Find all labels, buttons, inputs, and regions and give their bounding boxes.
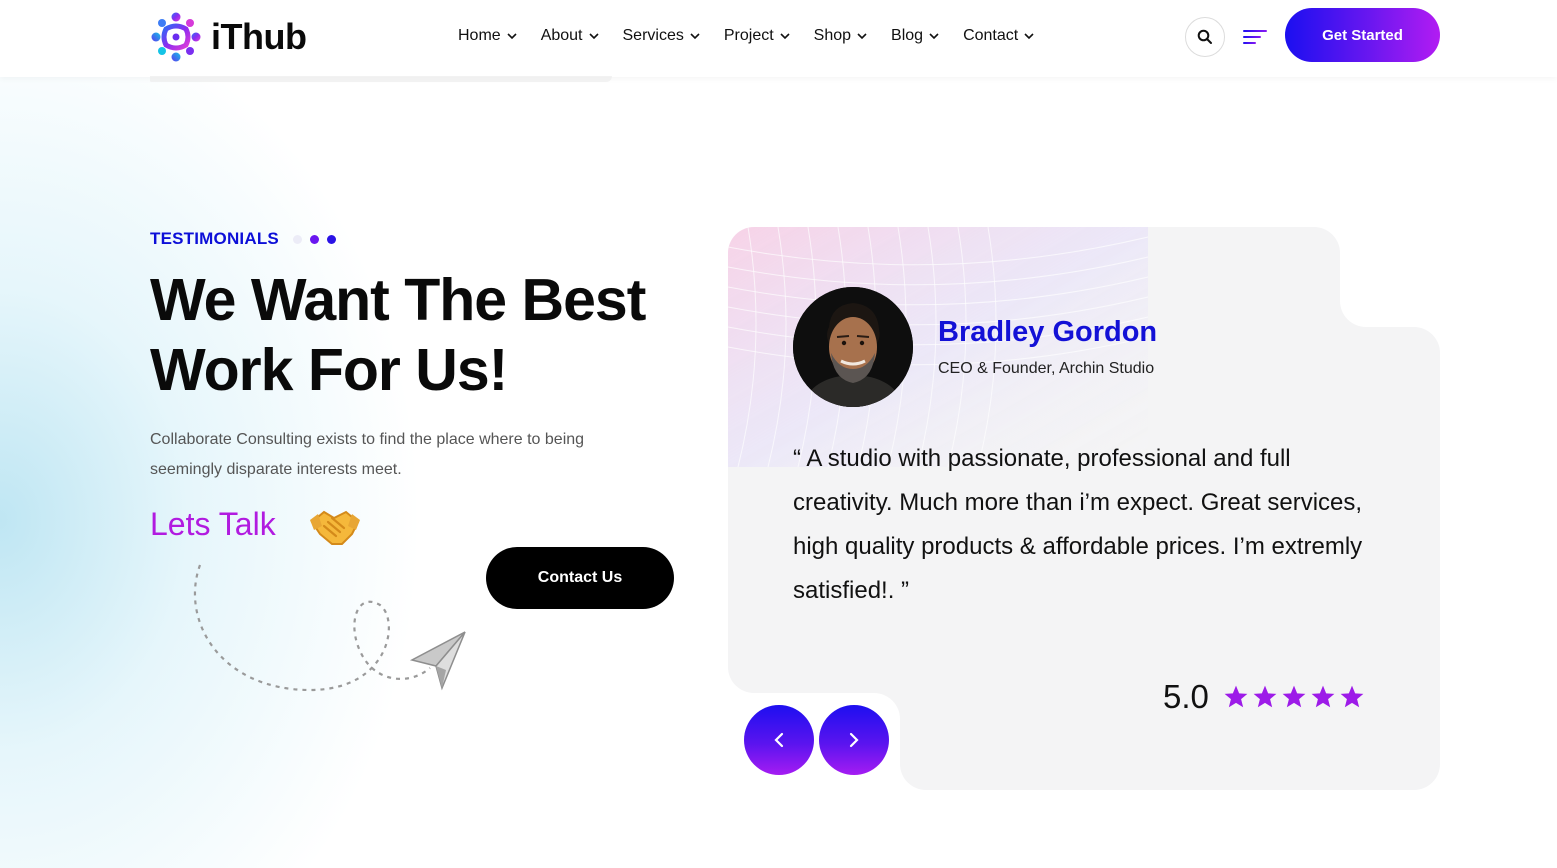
star-icon <box>1282 685 1306 708</box>
nav-item-project[interactable]: Project <box>724 27 790 45</box>
eyebrow-dots <box>292 234 336 244</box>
rating: 5.0 <box>1163 678 1365 716</box>
chevron-right-icon <box>849 732 859 748</box>
chevron-left-icon <box>774 732 784 748</box>
nav-label: Blog <box>891 27 924 44</box>
nav-label: Services <box>622 27 684 44</box>
contact-us-button[interactable]: Contact Us <box>486 547 674 609</box>
headline-line-2: Work For Us! <box>150 337 508 403</box>
chevron-down-icon <box>1024 33 1034 40</box>
star-icon <box>1311 685 1335 708</box>
nav-label: About <box>540 27 583 44</box>
hamburger-icon[interactable] <box>1243 28 1267 46</box>
next-testimonial-button[interactable] <box>819 705 889 775</box>
nav-item-home[interactable]: Home <box>458 27 517 45</box>
search-icon <box>1197 29 1212 44</box>
star-icon <box>1253 685 1277 708</box>
lets-talk-label: Lets Talk <box>150 506 276 542</box>
nav-item-contact[interactable]: Contact <box>963 27 1034 45</box>
nav-label: Project <box>723 27 774 44</box>
nav-label: Home <box>458 27 501 44</box>
paper-plane-illustration <box>193 564 466 692</box>
chevron-down-icon <box>588 33 599 40</box>
page: iThub Home About Services Project Shop B… <box>0 0 1557 868</box>
nav-item-services[interactable]: Services <box>623 27 700 45</box>
nav-label: Shop <box>813 27 852 44</box>
chevron-down-icon <box>857 33 867 40</box>
rating-stars <box>1223 684 1365 710</box>
logo[interactable]: iThub <box>150 11 307 63</box>
section-headline: We Want The Best Work For Us! <box>150 265 710 405</box>
reviewer-name: Bradley Gordon <box>938 316 1158 348</box>
logo-icon <box>151 12 201 62</box>
main-nav: Home About Services Project Shop Blog Co… <box>458 27 1034 45</box>
reviewer-photo <box>793 287 913 407</box>
site-header: iThub Home About Services Project Shop B… <box>0 0 1557 77</box>
nav-label: Contact <box>963 27 1019 44</box>
reviewer-role: CEO & Founder, Archin Studio <box>938 360 1155 377</box>
brand-name: iThub <box>211 16 307 57</box>
chevron-down-icon <box>929 33 939 40</box>
section-description: Collaborate Consulting exists to find th… <box>150 431 585 478</box>
prev-testimonial-button[interactable] <box>744 705 814 775</box>
handshake-icon <box>310 510 360 545</box>
dot <box>309 234 319 244</box>
chevron-down-icon <box>780 33 790 40</box>
dot <box>326 234 336 244</box>
get-started-button[interactable]: Get Started <box>1285 8 1440 62</box>
avatar <box>793 287 913 407</box>
search-button[interactable] <box>1185 17 1225 57</box>
nav-item-shop[interactable]: Shop <box>814 27 867 45</box>
header-underline <box>150 76 612 82</box>
nav-item-about[interactable]: About <box>541 27 599 45</box>
dot <box>292 234 302 244</box>
headline-line-1: We Want The Best <box>150 267 646 333</box>
eyebrow-label: TESTIMONIALS <box>150 229 279 248</box>
section-eyebrow: TESTIMONIALS <box>150 229 336 249</box>
nav-item-blog[interactable]: Blog <box>891 27 939 45</box>
rating-value: 5.0 <box>1163 678 1209 715</box>
chevron-down-icon <box>507 33 517 40</box>
paper-plane-icon <box>409 631 466 691</box>
star-icon <box>1340 685 1364 708</box>
review-quote: “ A studio with passionate, professional… <box>793 445 1363 604</box>
chevron-down-icon <box>690 33 700 40</box>
star-icon <box>1224 685 1248 708</box>
